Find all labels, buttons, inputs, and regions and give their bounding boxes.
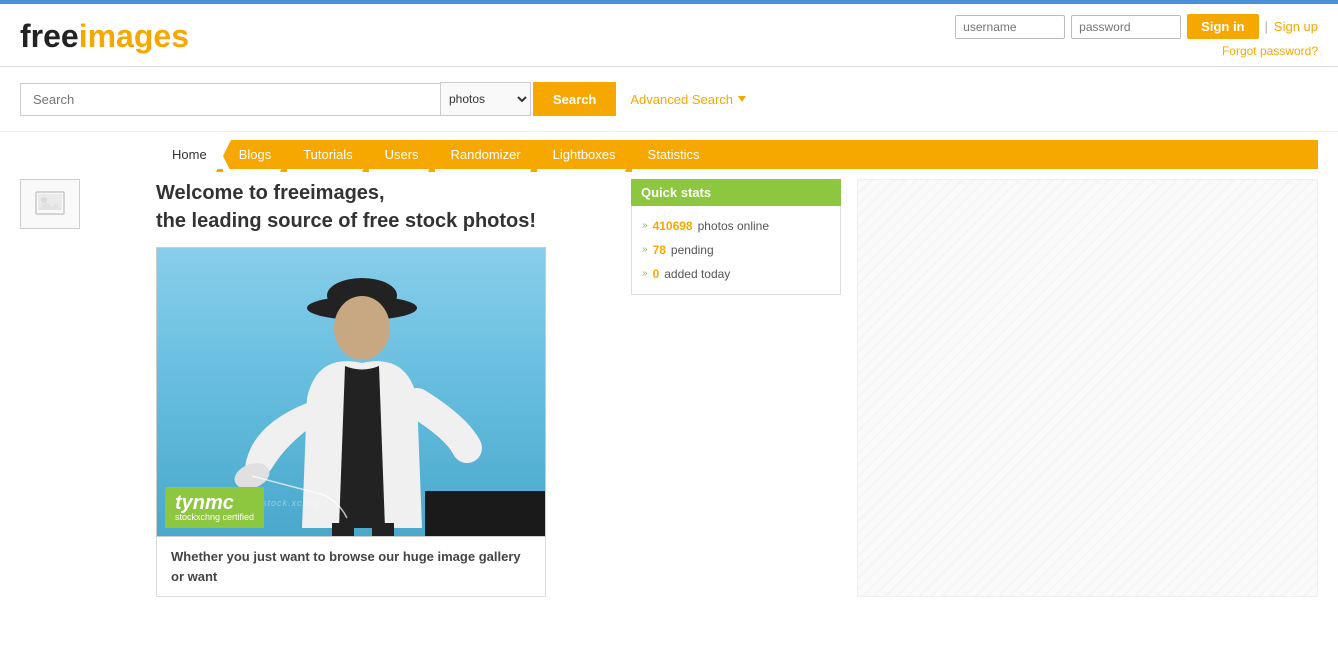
right-decorative-area <box>857 179 1318 597</box>
tab-home[interactable]: Home <box>156 140 223 169</box>
certification-badge: tynmc stockxchng certified <box>165 487 264 528</box>
cert-sub: stockxchng certified <box>175 513 254 522</box>
auth-top: Sign in | Sign up <box>955 14 1318 39</box>
search-input[interactable] <box>20 83 440 116</box>
stat-added-today: » 0 added today <box>642 262 830 286</box>
signup-link[interactable]: Sign up <box>1274 19 1318 34</box>
header: freeimages Sign in | Sign up Forgot pass… <box>0 4 1338 67</box>
welcome-text-bottom: Whether you just want to browse our huge… <box>156 537 546 597</box>
nav-tabs-wrapper: Home Blogs Tutorials Users Randomizer Li… <box>156 140 1318 169</box>
tab-blogs[interactable]: Blogs <box>223 140 288 169</box>
sketch-watermark: stock.xchng <box>262 498 321 508</box>
welcome-line1: Welcome to freeimages, <box>156 182 385 204</box>
auth-area: Sign in | Sign up Forgot password? <box>955 14 1318 58</box>
tab-users[interactable]: Users <box>369 140 435 169</box>
content-area: Welcome to freeimages, the leading sourc… <box>156 179 615 597</box>
quick-stats-body: » 410698 photos online » 78 pending » 0 … <box>631 206 841 295</box>
advanced-search-link[interactable]: Advanced Search <box>630 92 746 107</box>
sidebar-thumbnail-icon <box>34 188 66 220</box>
tab-tutorials[interactable]: Tutorials <box>287 140 368 169</box>
tab-lightboxes[interactable]: Lightboxes <box>537 140 632 169</box>
quick-stats-header: Quick stats <box>631 179 841 206</box>
welcome-line2: the leading source of free stock photos! <box>156 210 536 232</box>
forgot-password-area: Forgot password? <box>1222 43 1318 58</box>
forgot-password-link[interactable]: Forgot password? <box>1222 44 1318 58</box>
cert-name: tynmc <box>175 492 234 514</box>
tab-randomizer[interactable]: Randomizer <box>435 140 537 169</box>
welcome-bottom-text: Whether you just want to browse our huge… <box>171 549 521 584</box>
logo-images: images <box>79 18 189 54</box>
hero-image: tynmc stockxchng certified stock.xchng <box>156 247 546 537</box>
welcome-title: Welcome to freeimages, the leading sourc… <box>156 179 615 235</box>
advanced-search-label: Advanced Search <box>630 92 733 107</box>
logo[interactable]: freeimages <box>20 20 189 52</box>
signin-button[interactable]: Sign in <box>1187 14 1258 39</box>
auth-divider: | <box>1265 19 1268 34</box>
sidebar-icon-box <box>20 179 80 229</box>
username-input[interactable] <box>955 15 1065 39</box>
stat-pending: » 78 pending <box>642 238 830 262</box>
sidebar <box>20 179 140 597</box>
password-input[interactable] <box>1071 15 1181 39</box>
stat-photos-online: » 410698 photos online <box>642 214 830 238</box>
nav-tabs: Home Blogs Tutorials Users Randomizer Li… <box>156 140 1318 169</box>
search-category-select[interactable]: photos illustrations vectors <box>440 82 531 116</box>
nav-area: Home Blogs Tutorials Users Randomizer Li… <box>20 140 1318 169</box>
main-content: Welcome to freeimages, the leading sourc… <box>0 179 1338 597</box>
search-bar: photos illustrations vectors Search Adva… <box>0 67 1338 132</box>
quick-stats-panel: Quick stats » 410698 photos online » 78 … <box>631 179 841 597</box>
black-bar <box>425 491 545 536</box>
logo-free: free <box>20 18 79 54</box>
search-button[interactable]: Search <box>533 82 616 116</box>
chevron-down-icon <box>738 96 746 102</box>
tab-statistics[interactable]: Statistics <box>632 140 716 169</box>
